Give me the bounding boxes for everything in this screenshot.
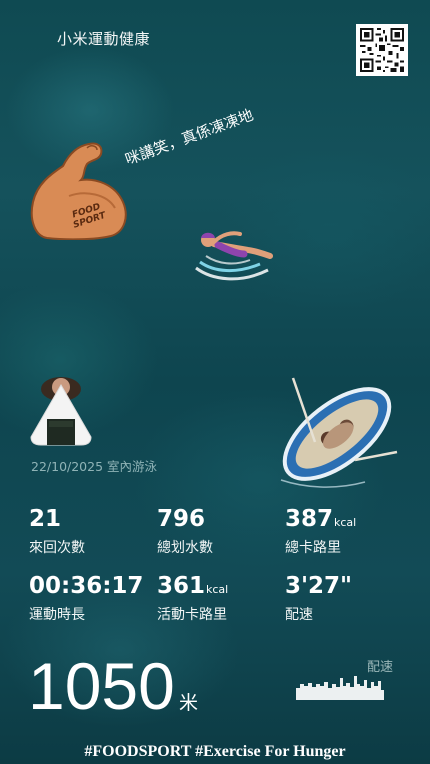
stat-label: 來回次數 — [29, 540, 85, 556]
pace-sparkline — [296, 676, 384, 700]
distance-value: 1050 — [28, 649, 175, 723]
stat-label: 運動時長 — [29, 607, 85, 623]
rice-ball-icon — [30, 377, 92, 446]
slogan-text: 咪講笑，真係凍凍地 — [122, 105, 256, 169]
stat-pace: 3'27" 配速 — [285, 573, 353, 624]
stat-strokes: 796 總划水數 — [157, 506, 213, 557]
footer-hashtags: #FOODSPORT #Exercise For Hunger — [84, 743, 346, 760]
stat-value: 387kcal — [285, 506, 357, 532]
qr-code-icon — [356, 24, 408, 76]
stat-label: 活動卡路里 — [157, 607, 227, 623]
workout-date-type: 22/10/2025 室內游泳 — [31, 459, 158, 474]
stat-value: 361kcal — [157, 573, 229, 599]
rowboat-icon — [280, 377, 398, 488]
stat-value: 3'27" — [285, 573, 353, 599]
distance-unit: 米 — [179, 692, 199, 714]
stat-laps: 21 來回次數 — [29, 506, 85, 557]
stat-duration: 00:36:17 運動時長 — [29, 573, 144, 624]
stat-total-calories: 387kcal 總卡路里 — [285, 506, 356, 557]
stat-value: 21 — [29, 506, 62, 532]
app-title: 小米運動健康 — [57, 30, 151, 48]
stat-label: 配速 — [285, 607, 313, 623]
stat-value: 00:36:17 — [29, 573, 144, 599]
swimmer-icon — [195, 231, 273, 281]
stat-label: 總划水數 — [157, 540, 213, 556]
stat-label: 總卡路里 — [285, 540, 341, 556]
stat-active-calories: 361kcal 活動卡路里 — [157, 573, 228, 624]
stat-value: 796 — [157, 506, 206, 532]
